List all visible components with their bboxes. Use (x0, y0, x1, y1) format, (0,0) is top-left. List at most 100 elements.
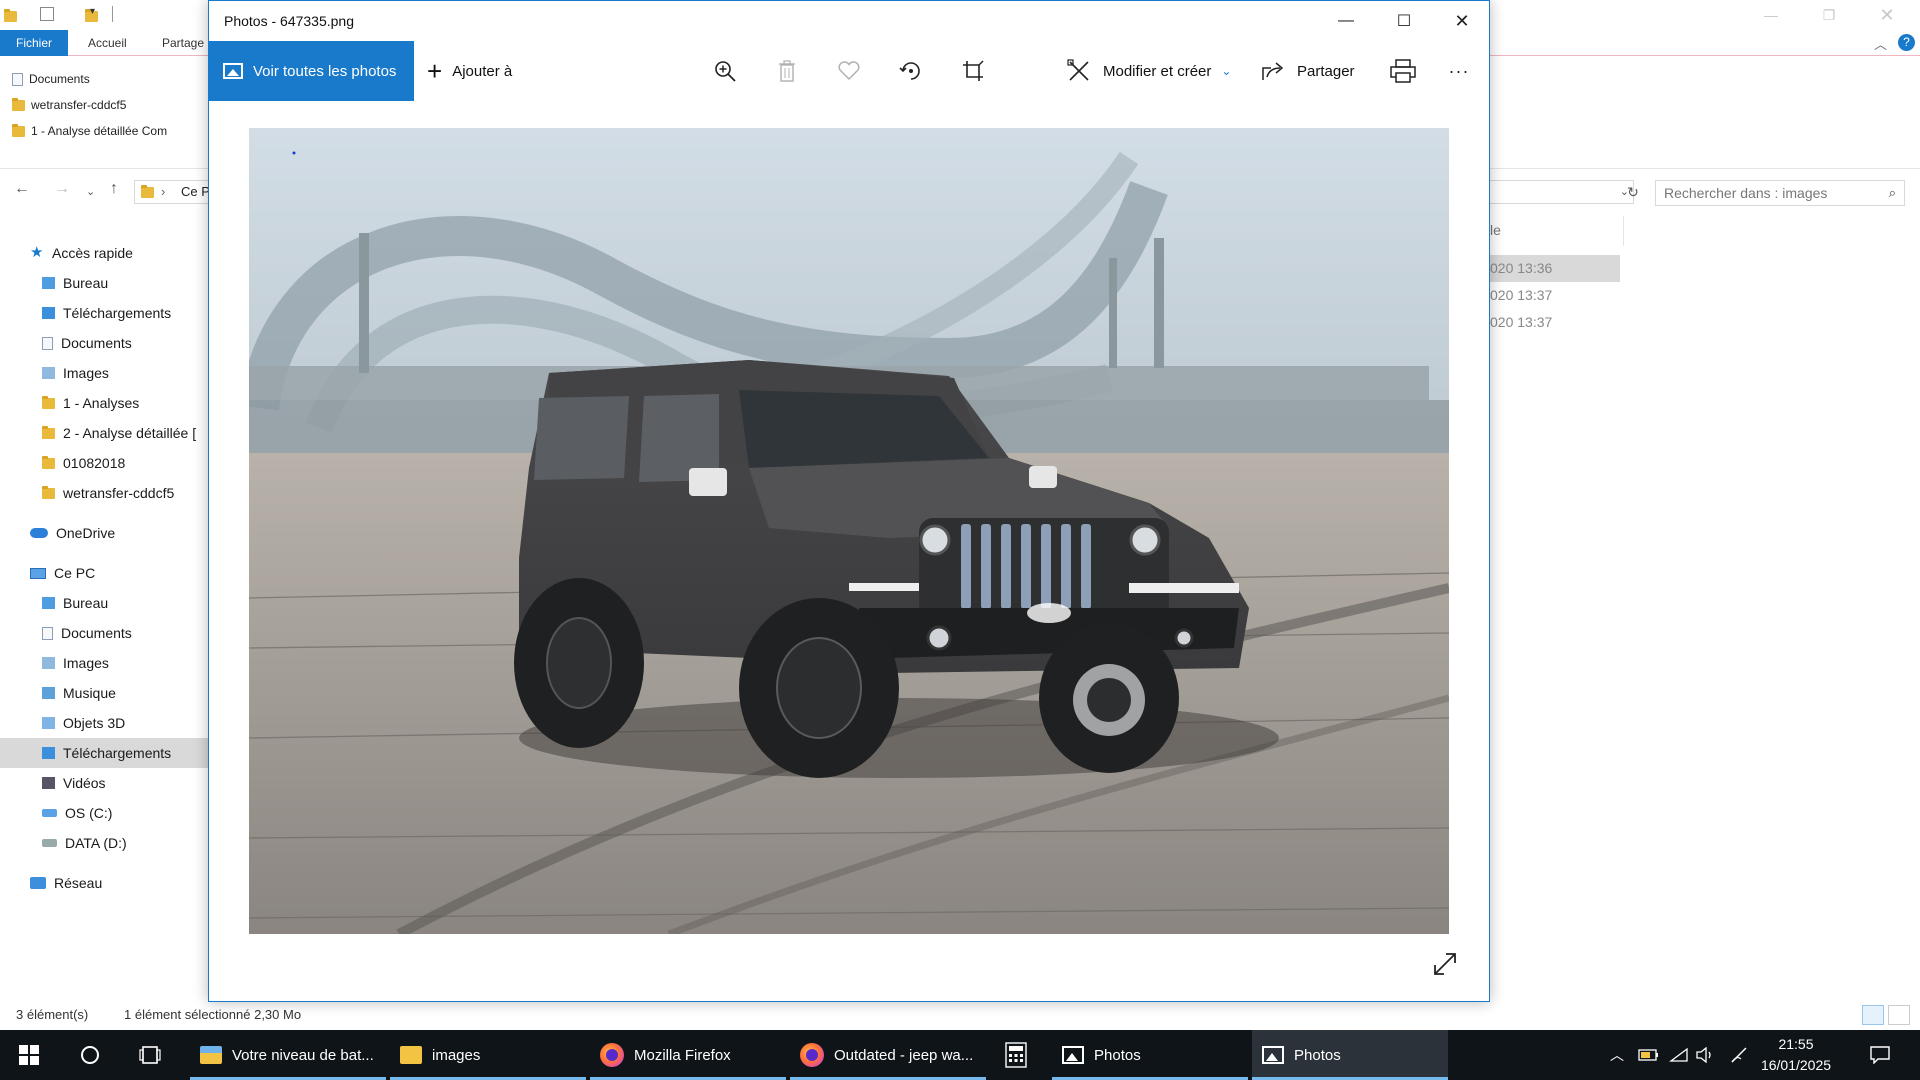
file-row-date[interactable]: 020 13:37 (1490, 282, 1620, 309)
column-divider[interactable] (1623, 216, 1624, 246)
tree-item[interactable]: OS (C:) (0, 798, 208, 828)
crop-button[interactable] (957, 55, 989, 87)
tree-item[interactable]: 1 - Analyses (0, 388, 208, 418)
wifi-icon[interactable] (1666, 1030, 1692, 1080)
tree-item[interactable]: 2 - Analyse détaillée [ (0, 418, 208, 448)
drive-icon (42, 839, 57, 847)
refresh-icon[interactable]: ↻ (1622, 180, 1644, 204)
volume-icon[interactable] (1692, 1030, 1718, 1080)
trash-icon (779, 60, 795, 82)
taskbar-app-explorer-images[interactable]: images (390, 1030, 586, 1080)
close-button[interactable]: ✕ (1433, 1, 1491, 41)
pen-workspace-icon[interactable] (1726, 1030, 1752, 1080)
large-icons-view-button[interactable] (1888, 1005, 1910, 1025)
star-icon: ★ (30, 244, 44, 261)
tree-item[interactable]: Vidéos (0, 768, 208, 798)
taskbar-search-button[interactable] (68, 1030, 112, 1080)
explorer-restore-button[interactable]: ❐ (1800, 0, 1858, 30)
explorer-minimize-button[interactable]: — (1742, 0, 1800, 30)
breadcrumb[interactable]: Ce P (181, 181, 210, 203)
file-row-date[interactable]: 020 13:37 (1490, 309, 1620, 336)
recent-item[interactable]: wetransfer-cddcf5 (12, 92, 167, 118)
recent-item[interactable]: Documents (12, 66, 167, 92)
recent-dropdown-icon[interactable]: ⌄ (86, 185, 95, 198)
column-header-date[interactable]: le (1490, 222, 1501, 238)
status-bar: 3 élément(s) 1 élément sélectionné 2,30 … (0, 1002, 1920, 1028)
tree-onedrive[interactable]: OneDrive (0, 518, 208, 548)
tab-file[interactable]: Fichier (0, 30, 68, 56)
folder-icon[interactable] (4, 9, 17, 22)
forward-arrow-icon[interactable]: → (54, 180, 70, 198)
share-button[interactable]: Partager (1261, 41, 1355, 101)
tree-item[interactable]: 01082018 (0, 448, 208, 478)
jeep-photo-image (249, 128, 1449, 934)
tree-item[interactable]: Images (0, 358, 208, 388)
help-icon[interactable]: ? (1898, 34, 1915, 51)
chevron-down-icon: ⌄ (1221, 64, 1232, 78)
search-icon: ⌕ (1888, 185, 1896, 200)
taskbar-app-firefox[interactable]: Mozilla Firefox (590, 1030, 786, 1080)
ribbon-collapse-icon[interactable]: ︿ (1874, 34, 1887, 53)
drive-icon (42, 809, 57, 817)
image-icon (223, 63, 243, 79)
photos-window: Photos - 647335.png — ☐ ✕ Voir toutes le… (208, 0, 1490, 1002)
up-arrow-icon[interactable]: ↑ (110, 180, 118, 198)
tree-item[interactable]: Téléchargements (0, 298, 208, 328)
photo-canvas[interactable] (249, 128, 1449, 934)
add-to-button[interactable]: + Ajouter à (427, 41, 512, 101)
show-hidden-icons-button[interactable]: ︿ (1604, 1030, 1630, 1080)
file-row-date[interactable]: 020 13:36 (1490, 255, 1620, 282)
tree-item[interactable]: Bureau (0, 588, 208, 618)
search-input[interactable]: Rechercher dans : images ⌕ (1655, 180, 1905, 206)
3d-objects-icon (42, 717, 55, 729)
tree-item[interactable]: Musique (0, 678, 208, 708)
action-center-button[interactable] (1860, 1030, 1900, 1080)
tree-item[interactable]: Images (0, 648, 208, 678)
back-arrow-icon[interactable]: ← (14, 180, 30, 198)
recent-item[interactable]: 1 - Analyse détaillée Com (12, 118, 167, 144)
photos-icon (1262, 1046, 1284, 1064)
system-clock[interactable]: 21:55 16/01/2025 (1756, 1034, 1836, 1076)
tree-quick-access[interactable]: ★ Accès rapide (0, 238, 208, 268)
taskbar-app-firefox-outdated[interactable]: Outdated - jeep wa... (790, 1030, 986, 1080)
tree-item-selected[interactable]: Téléchargements (0, 738, 208, 768)
tree-item[interactable]: Documents (0, 618, 208, 648)
video-icon (42, 777, 55, 789)
fullscreen-button[interactable] (1432, 951, 1460, 979)
delete-button[interactable] (771, 55, 803, 87)
tree-this-pc[interactable]: Ce PC (0, 558, 208, 588)
taskbar-calculator-button[interactable] (1000, 1030, 1032, 1080)
taskbar-app-explorer-battery[interactable]: Votre niveau de bat... (190, 1030, 386, 1080)
tree-item[interactable]: Documents (0, 328, 208, 358)
edit-create-button[interactable]: Modifier et créer ⌄ (1067, 41, 1231, 101)
taskbar-app-photos[interactable]: Photos (1052, 1030, 1248, 1080)
favorite-button[interactable] (833, 55, 865, 87)
rotate-button[interactable] (895, 55, 927, 87)
tree-item[interactable]: Bureau (0, 268, 208, 298)
tree-item[interactable]: Objets 3D (0, 708, 208, 738)
maximize-button[interactable]: ☐ (1375, 1, 1433, 41)
tree-item[interactable]: wetransfer-cddcf5 (0, 478, 208, 508)
zoom-in-button[interactable] (709, 55, 741, 87)
taskbar-app-photos-active[interactable]: Photos (1252, 1030, 1448, 1080)
tab-home[interactable]: Accueil (74, 30, 141, 56)
minimize-button[interactable]: — (1317, 1, 1375, 41)
tree-item[interactable]: DATA (D:) (0, 828, 208, 858)
folder-icon (42, 425, 55, 439)
view-all-photos-button[interactable]: Voir toutes les photos (209, 41, 414, 101)
document-icon (42, 336, 53, 350)
properties-icon[interactable] (40, 7, 54, 21)
start-button[interactable] (0, 1030, 58, 1080)
photos-icon (1062, 1046, 1084, 1064)
battery-icon[interactable] (1636, 1030, 1662, 1080)
explorer-close-button[interactable]: ✕ (1858, 0, 1916, 30)
qat-dropdown-icon[interactable]: ▾ (90, 6, 95, 17)
qat-divider (112, 6, 113, 22)
more-options-button[interactable]: ··· (1443, 55, 1475, 87)
print-button[interactable] (1387, 55, 1419, 87)
tree-network[interactable]: Réseau (0, 868, 208, 898)
task-view-button[interactable] (128, 1030, 172, 1080)
firefox-icon (600, 1043, 624, 1067)
recent-locations: Documents wetransfer-cddcf5 1 - Analyse … (12, 66, 167, 144)
details-view-button[interactable] (1862, 1005, 1884, 1025)
